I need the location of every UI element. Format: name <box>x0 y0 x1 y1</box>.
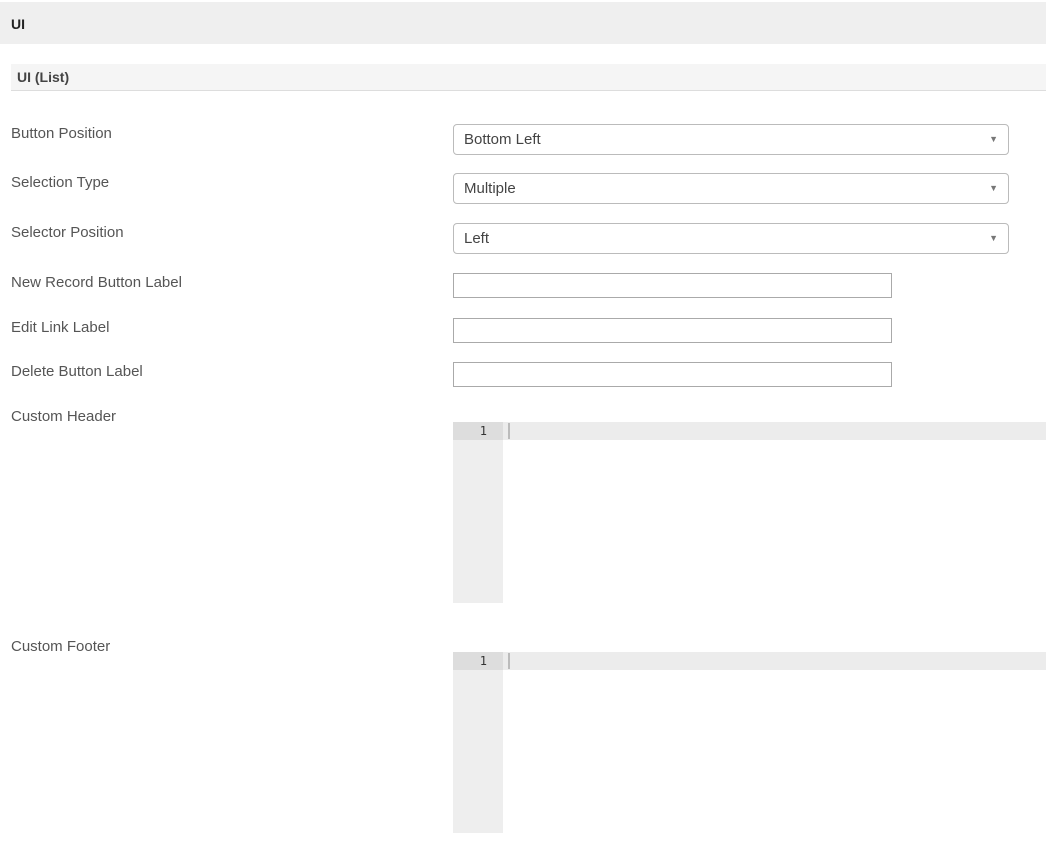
selector-position-label: Selector Position <box>11 224 124 241</box>
edit-link-label: Edit Link Label <box>11 319 110 336</box>
custom-header-label: Custom Header <box>11 408 117 425</box>
edit-link-label-input[interactable] <box>453 318 892 343</box>
line-number: 1 <box>453 652 503 670</box>
text-cursor <box>508 423 510 439</box>
delete-button-label-input[interactable] <box>453 362 892 387</box>
select-value: Multiple <box>464 180 516 197</box>
text-cursor <box>508 653 510 669</box>
selection-type-label: Selection Type <box>11 174 110 191</box>
editor-gutter <box>453 652 503 833</box>
active-line <box>453 652 1046 670</box>
line-number: 1 <box>453 422 503 440</box>
section-title: UI (List) <box>11 64 1046 91</box>
editor-gutter <box>453 422 503 603</box>
custom-footer-editor[interactable]: 1 <box>453 652 1046 833</box>
select-value: Left <box>464 230 490 247</box>
custom-footer-label: Custom Footer <box>11 638 111 655</box>
new-record-label: New Record Button Label <box>11 274 182 291</box>
chevron-down-icon: ▼ <box>989 134 998 144</box>
delete-button-label: Delete Button Label <box>11 363 143 380</box>
new-record-label-input[interactable] <box>453 273 892 298</box>
selection-type-select[interactable]: Multiple ▼ <box>453 173 1009 204</box>
chevron-down-icon: ▼ <box>989 233 998 243</box>
button-position-label: Button Position <box>11 125 112 142</box>
active-line <box>453 422 1046 440</box>
select-value: Bottom Left <box>464 131 541 148</box>
page-header: UI <box>0 2 1046 44</box>
chevron-down-icon: ▼ <box>989 183 998 193</box>
button-position-select[interactable]: Bottom Left ▼ <box>453 124 1009 155</box>
selector-position-select[interactable]: Left ▼ <box>453 223 1009 254</box>
custom-header-editor[interactable]: 1 <box>453 422 1046 603</box>
